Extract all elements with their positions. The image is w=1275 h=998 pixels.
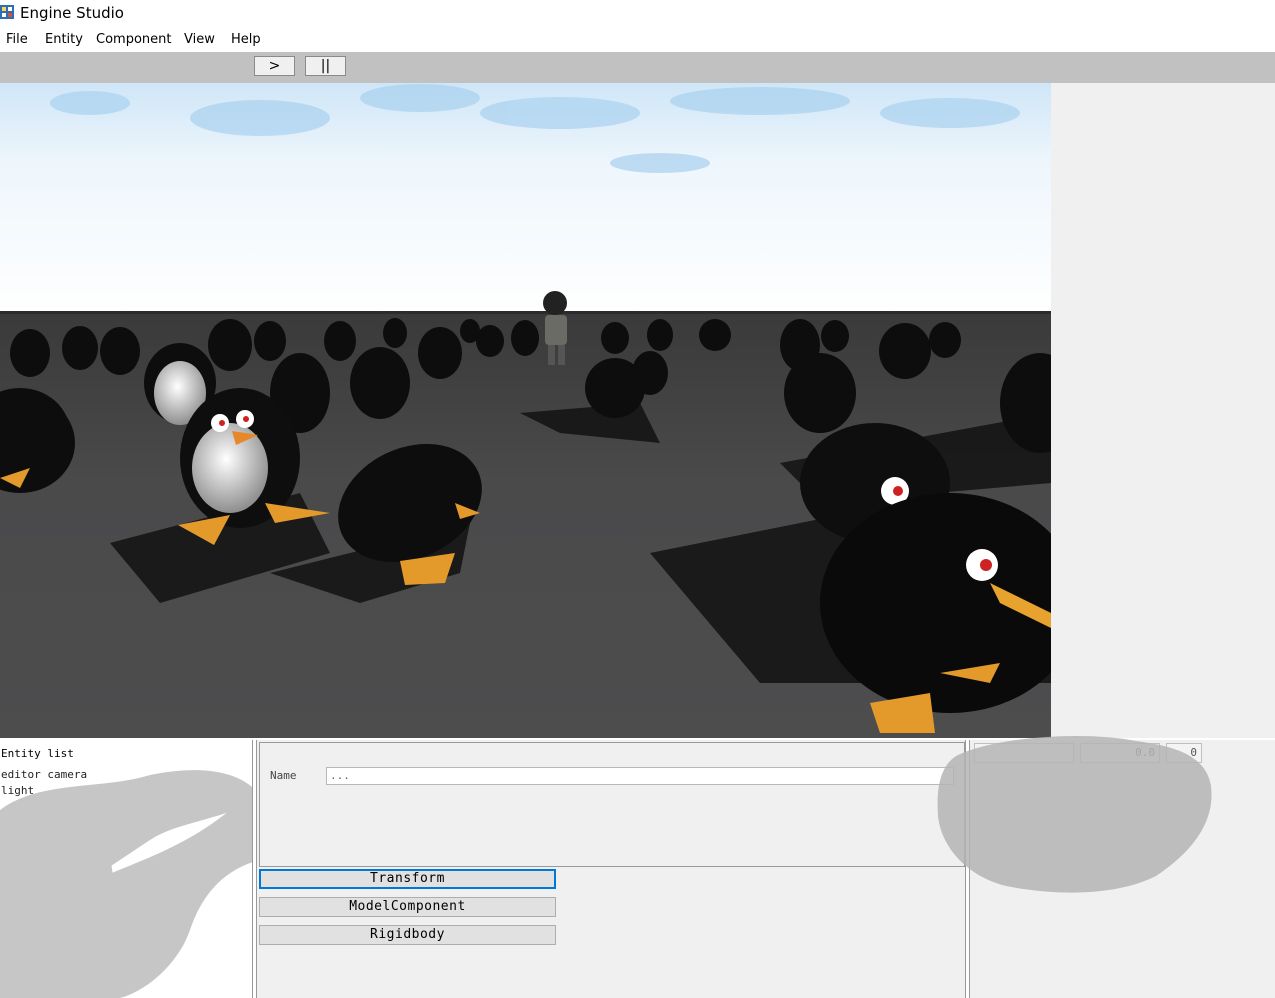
scene-viewport[interactable] bbox=[0, 83, 1051, 738]
entity-list-title: Entity list bbox=[1, 747, 74, 760]
menu-entity[interactable]: Entity bbox=[45, 32, 83, 47]
entity-name-group: Name ... bbox=[259, 742, 965, 867]
rigidbody-component-button[interactable]: Rigidbody bbox=[259, 925, 556, 945]
toolbar: > || bbox=[0, 52, 1275, 83]
pause-button[interactable]: || bbox=[305, 56, 346, 76]
entity-name-input[interactable]: ... bbox=[326, 767, 954, 785]
inspector-panel: Name ... Transform ModelComponent Rigidb… bbox=[256, 740, 966, 998]
viewport-side-pane bbox=[1051, 83, 1275, 738]
redaction-scribble bbox=[0, 770, 252, 998]
app-icon bbox=[0, 5, 14, 19]
property-field[interactable]: 0 bbox=[1166, 743, 1202, 763]
title-bar: Engine Studio bbox=[0, 0, 1275, 26]
menu-help[interactable]: Help bbox=[231, 32, 261, 47]
transform-component-button[interactable]: Transform bbox=[259, 869, 556, 889]
entity-list-panel: Entity list editor camera light bbox=[0, 740, 253, 998]
menu-component[interactable]: Component bbox=[96, 32, 171, 47]
menu-file[interactable]: File bbox=[6, 32, 28, 47]
play-button[interactable]: > bbox=[254, 56, 295, 76]
window-title: Engine Studio bbox=[20, 4, 124, 22]
scene-render bbox=[0, 83, 1051, 738]
properties-panel: 0.0 0 bbox=[937, 736, 1275, 998]
property-field[interactable] bbox=[974, 743, 1074, 763]
entity-list-item[interactable]: editor camera bbox=[1, 768, 87, 781]
model-component-button[interactable]: ModelComponent bbox=[259, 897, 556, 917]
property-field[interactable]: 0.0 bbox=[1080, 743, 1160, 763]
name-label: Name bbox=[270, 769, 297, 782]
menu-view[interactable]: View bbox=[184, 32, 215, 47]
menu-bar: File Entity Component View Help bbox=[0, 28, 1275, 52]
entity-list-item[interactable]: light bbox=[1, 784, 34, 797]
